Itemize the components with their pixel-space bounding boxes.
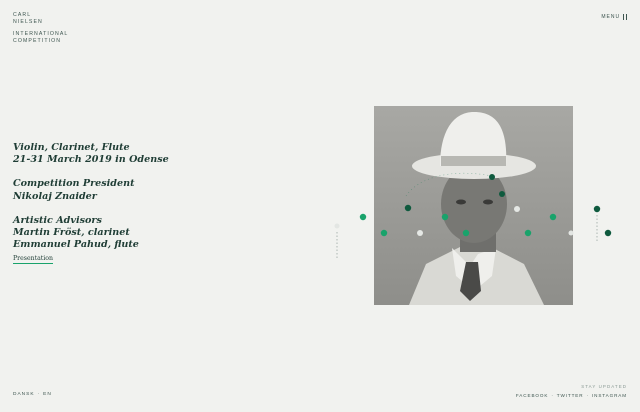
menu-button[interactable]: MENU bbox=[601, 14, 627, 20]
advisors-heading: Artistic Advisors bbox=[13, 214, 102, 226]
language-switcher: DANSK · EN bbox=[13, 392, 52, 397]
dot bbox=[593, 205, 601, 213]
portrait-photo bbox=[374, 106, 573, 305]
social-separator: · bbox=[586, 393, 589, 398]
logo-line: INTERNATIONAL bbox=[13, 31, 69, 38]
social-separator: · bbox=[551, 393, 554, 398]
advisor-flute: Emmanuel Pahud, flute bbox=[13, 239, 139, 251]
disciplines-text: Violin, Clarinet, Flute bbox=[13, 142, 130, 153]
twitter-link[interactable]: TWITTER bbox=[557, 393, 584, 398]
lang-da-link[interactable]: DANSK bbox=[13, 392, 35, 397]
menu-label: MENU bbox=[601, 14, 621, 20]
dot bbox=[334, 223, 340, 229]
logo-line: COMPETITION bbox=[13, 37, 62, 44]
advisor-clarinet: Martin Fröst, clarinet bbox=[13, 227, 130, 239]
social-links: FACEBOOK · TWITTER · INSTAGRAM bbox=[516, 393, 627, 398]
president-name: Nikolaj Znaider bbox=[13, 190, 97, 202]
competition-info: Violin, Clarinet, Flute 21-31 March 2019… bbox=[13, 142, 169, 263]
logo-line: CARL bbox=[13, 12, 32, 18]
lang-separator: · bbox=[37, 392, 41, 397]
stay-updated-label: STAY UPDATED bbox=[581, 384, 627, 389]
dot bbox=[604, 229, 612, 237]
site-logo[interactable]: CARL NIELSEN INTERNATIONAL COMPETITION bbox=[13, 12, 68, 44]
logo-line: NIELSEN bbox=[13, 18, 43, 25]
facebook-link[interactable]: FACEBOOK bbox=[516, 393, 548, 398]
president-heading: Competition President bbox=[13, 178, 135, 190]
menu-bars-icon bbox=[623, 14, 627, 20]
dot bbox=[359, 213, 367, 221]
lang-en-link[interactable]: EN bbox=[43, 392, 52, 397]
instagram-link[interactable]: INSTAGRAM bbox=[592, 393, 627, 398]
dates-text: 21-31 March 2019 in Odense bbox=[13, 154, 169, 166]
presentation-link[interactable]: Presentation bbox=[13, 255, 53, 264]
